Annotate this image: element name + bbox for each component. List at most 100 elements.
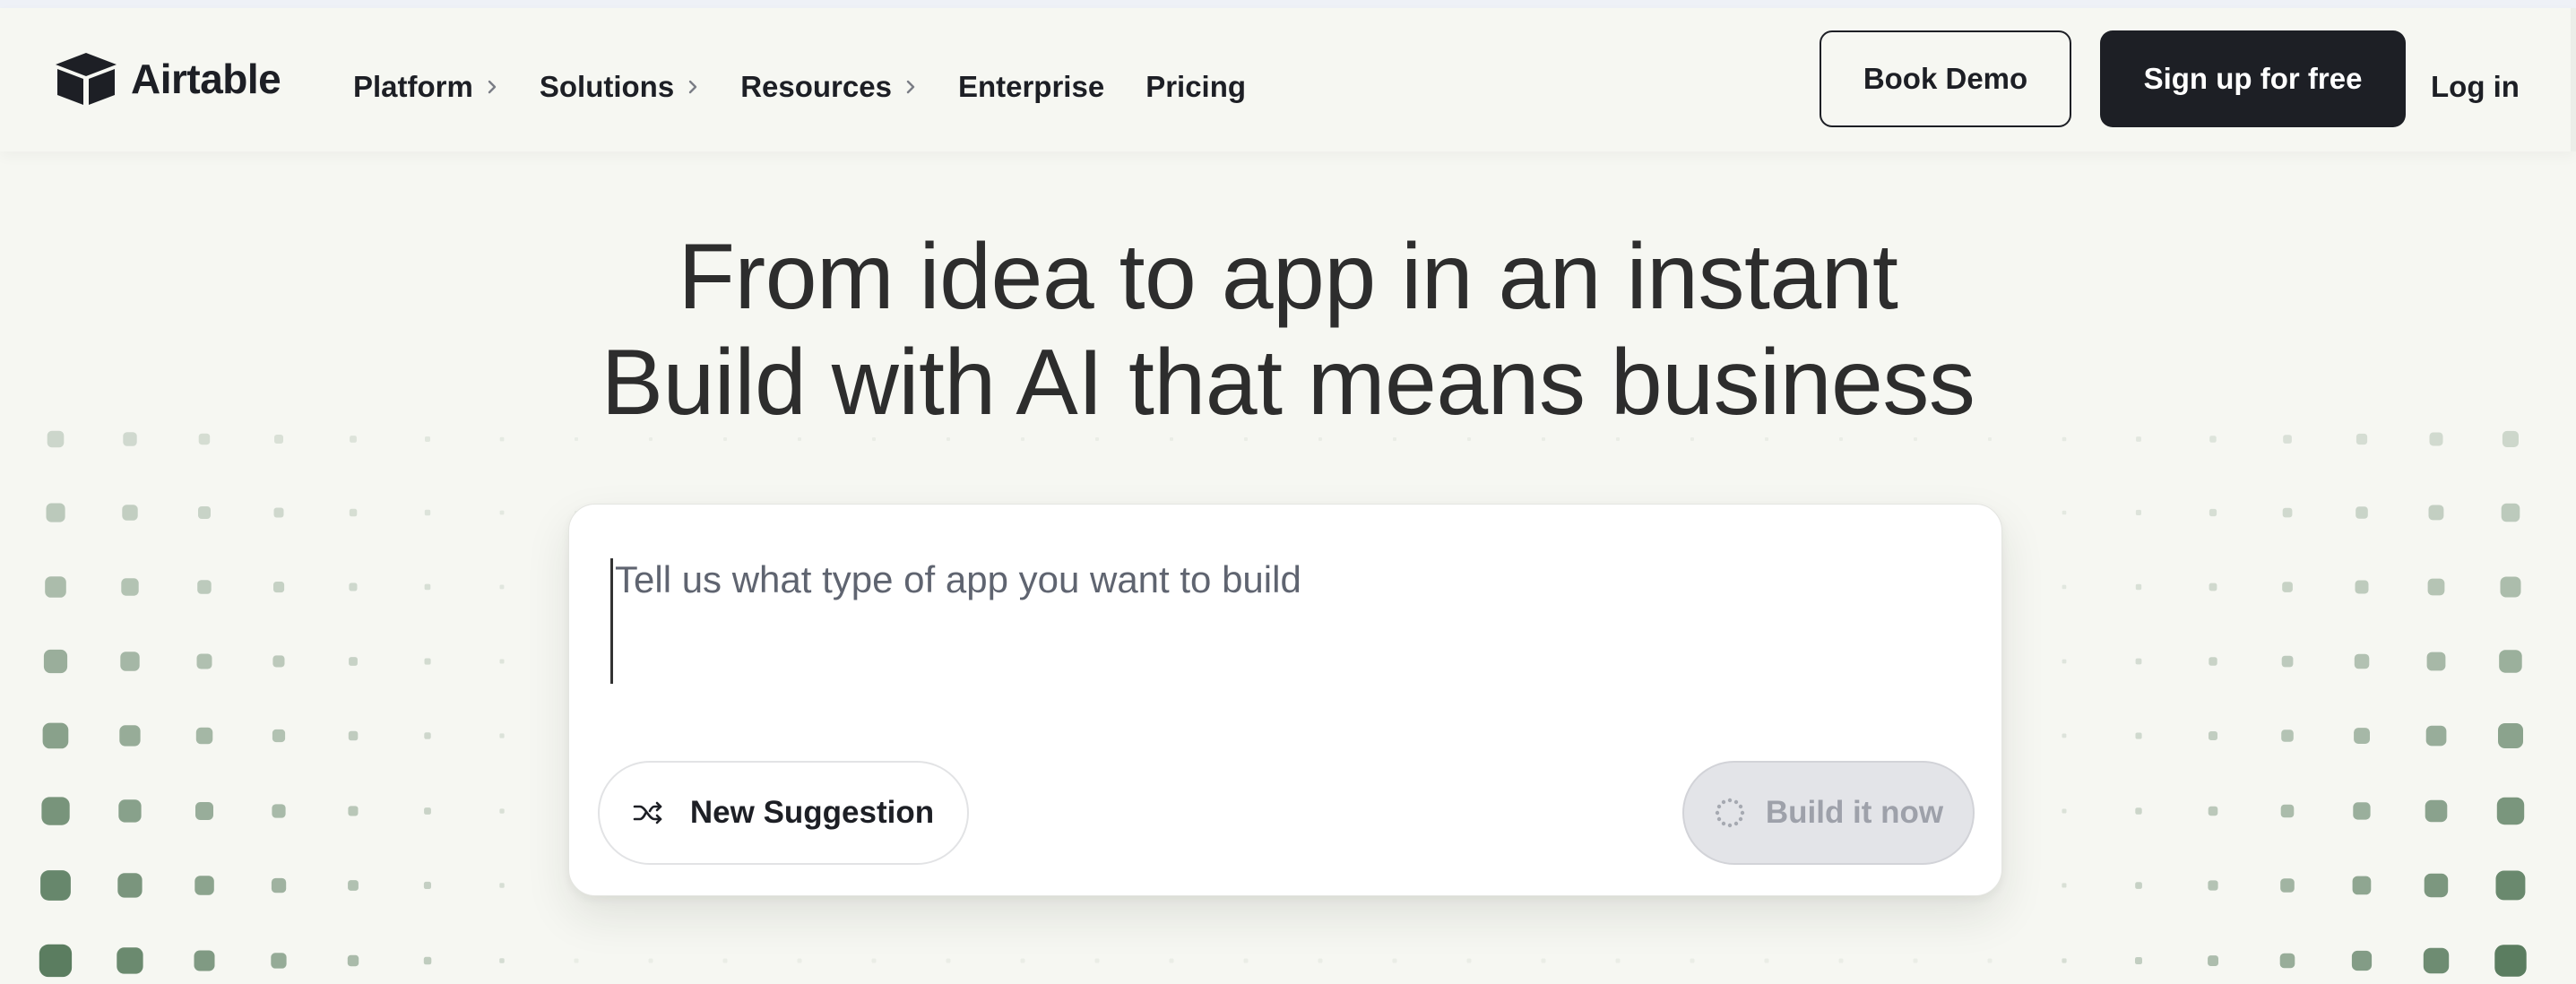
decorative-dot <box>2135 509 2141 515</box>
decorative-dot <box>2135 807 2142 815</box>
decorative-dot <box>1243 958 1249 963</box>
decorative-dot <box>649 437 653 441</box>
decorative-dot <box>2354 728 2370 744</box>
decorative-dot <box>2280 878 2295 893</box>
decorative-dot <box>272 804 286 818</box>
decorative-dot <box>499 808 505 814</box>
decorative-dot <box>723 437 727 441</box>
decorative-dot <box>798 437 801 441</box>
new-suggestion-button[interactable]: New Suggestion <box>598 761 969 865</box>
decorative-dot <box>2062 883 2067 888</box>
decorative-dot <box>2135 732 2142 739</box>
nav-item-platform[interactable]: Platform <box>353 65 498 108</box>
decorative-dot <box>347 954 359 967</box>
decorative-dot <box>574 958 579 963</box>
decorative-dot <box>2209 508 2217 517</box>
decorative-dot <box>946 958 951 963</box>
decorative-dot <box>42 722 69 749</box>
decorative-dot <box>2209 436 2217 443</box>
login-link[interactable]: Log in <box>2431 65 2520 108</box>
decorative-dot <box>2208 880 2218 891</box>
decorative-dot <box>350 436 357 443</box>
decorative-dot <box>118 799 142 823</box>
decorative-dot <box>797 958 802 963</box>
nav-item-label: Pricing <box>1145 70 1247 103</box>
decorative-dot <box>425 436 430 442</box>
decorative-dot <box>2494 945 2527 977</box>
decorative-dot <box>1764 958 1769 963</box>
decorative-dot <box>1020 958 1025 963</box>
decorative-dot <box>648 958 653 963</box>
decorative-dot <box>2356 506 2368 519</box>
decorative-dot <box>2062 436 2067 442</box>
decorative-dot <box>2499 650 2522 673</box>
nav-item-label: Enterprise <box>957 70 1105 103</box>
decorative-dot <box>1838 958 1844 963</box>
decorative-dot <box>499 584 505 590</box>
decorative-dot <box>1392 958 1397 963</box>
decorative-dot <box>2062 659 2067 664</box>
signup-button[interactable]: Sign up for free <box>2100 30 2406 127</box>
chevron-right-icon <box>488 80 497 94</box>
decorative-dot <box>271 877 287 893</box>
decorative-dot <box>1690 958 1695 963</box>
decorative-dot <box>2495 870 2526 901</box>
decorative-dot <box>1987 958 1993 963</box>
nav-item-enterprise[interactable]: Enterprise <box>958 65 1104 108</box>
decorative-dot <box>46 503 65 522</box>
app-description-input[interactable] <box>610 558 1959 684</box>
decorative-dot <box>2426 652 2446 671</box>
decorative-dot <box>2282 582 2293 592</box>
decorative-dot <box>2135 658 2142 665</box>
scrollbar-edge <box>2571 8 2576 151</box>
decorative-dot <box>2354 653 2370 669</box>
decorative-dot <box>349 508 358 517</box>
decorative-dot <box>2500 576 2521 598</box>
decorative-dot <box>499 883 505 888</box>
decorative-dot <box>722 958 728 963</box>
nav-item-pricing[interactable]: Pricing <box>1145 65 1246 108</box>
book-demo-button[interactable]: Book Demo <box>1820 30 2071 127</box>
airtable-box-icon <box>56 53 117 105</box>
decorative-dot <box>2501 503 2520 522</box>
decorative-dot <box>39 944 73 978</box>
nav-item-solutions[interactable]: Solutions <box>540 65 699 108</box>
decorative-dot <box>871 958 877 963</box>
chevron-right-icon <box>688 80 697 94</box>
decorative-dot <box>2279 953 2295 969</box>
loading-spinner-icon <box>1715 798 1745 828</box>
decorative-dot <box>272 655 285 668</box>
decorative-dot <box>2498 723 2523 748</box>
decorative-dot <box>194 876 214 895</box>
decorative-dot <box>1914 437 1917 441</box>
decorative-dot <box>1244 437 1248 441</box>
decorative-dot <box>2355 580 2369 594</box>
decorative-dot <box>122 505 138 521</box>
decorative-dot <box>2209 657 2217 666</box>
new-suggestion-label: New Suggestion <box>689 795 935 830</box>
decorative-dot <box>2062 958 2067 963</box>
top-navbar: Airtable Platform Solutions Resources En… <box>0 8 2576 151</box>
decorative-dot <box>194 950 215 971</box>
decorative-dot <box>2423 947 2450 974</box>
nav-item-resources[interactable]: Resources <box>740 65 917 108</box>
decorative-dot <box>499 510 505 515</box>
decorative-dot <box>41 797 70 825</box>
decorative-dot <box>2496 797 2525 825</box>
nav-item-label: Solutions <box>539 70 675 103</box>
airtable-logo[interactable]: Airtable <box>54 51 281 107</box>
decorative-dot <box>1616 437 1620 441</box>
decorative-dot <box>2428 505 2444 521</box>
decorative-dot <box>424 807 431 815</box>
decorative-dot <box>195 727 213 745</box>
hero-heading-line-1: From idea to app in an instant <box>678 225 1898 329</box>
brand-name: Airtable <box>131 56 281 102</box>
build-it-now-button[interactable]: Build it now <box>1682 761 1975 865</box>
decorative-dot <box>2209 583 2217 591</box>
chevron-right-icon <box>906 80 915 94</box>
decorative-dot <box>1466 958 1472 963</box>
decorative-dot <box>499 436 505 442</box>
build-it-now-label: Build it now <box>1765 795 1944 830</box>
decorative-dot <box>424 732 431 739</box>
decorative-dot <box>43 649 68 674</box>
